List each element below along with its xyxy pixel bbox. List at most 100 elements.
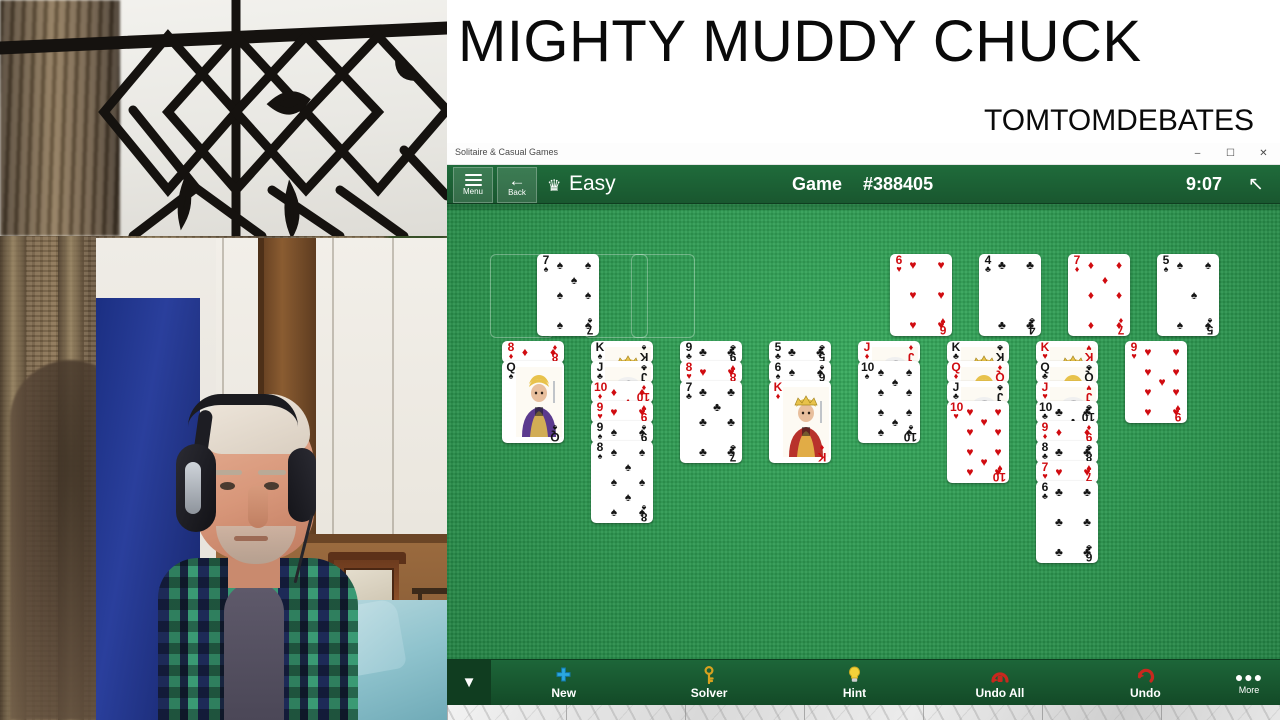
playing-card[interactable]: 10 ♥ ♥ ♥ ♥ ♥ ♥ ♥ ♥ ♥ ♥ ♥ 10 ♥: [947, 401, 1009, 483]
card-corner-bottom: 9 ♣: [729, 343, 737, 363]
playing-card[interactable]: J ♣ J ♣: [591, 361, 653, 383]
hamburger-icon: [464, 174, 482, 186]
game-header-bar: Menu ← Back ♛ Easy Game #388405 9:07 ↗: [447, 165, 1280, 204]
undershirt: [224, 582, 284, 720]
undo-icon: [1135, 665, 1155, 685]
menu-button[interactable]: Menu: [453, 167, 493, 203]
card-corner-bottom: 10 ♦: [636, 383, 650, 403]
playing-card[interactable]: 9♥ ♥♥♥♥♥♥♥♥♥ 9♥: [1125, 341, 1187, 423]
window-controls: – ☐ ✕: [1181, 143, 1280, 164]
card-corner-bottom: J ♥: [1085, 383, 1093, 403]
playing-card[interactable]: K ♣ K ♣: [947, 341, 1009, 363]
channel-name: TOMTOMDEBATES: [983, 104, 1254, 137]
playing-card[interactable]: 5♣ ♣♣♣♣♣ 5♣: [769, 341, 831, 363]
playing-card[interactable]: 9♠ ♠♠♠♠♠♠♠♠♠ 9♠: [591, 421, 653, 443]
card-corner-bottom: J ♣: [996, 383, 1004, 403]
maximize-icon[interactable]: ☐: [1214, 143, 1247, 164]
playing-card[interactable]: 8♥ ♥♥♥♥♥♥♥♥ 8♥: [680, 361, 742, 383]
playing-card[interactable]: K ♦ K ♦: [769, 381, 831, 463]
playing-card[interactable]: 8♣ ♣♣♣♣♣♣♣♣ 8♣: [1036, 441, 1098, 463]
close-icon[interactable]: ✕: [1247, 143, 1280, 164]
stream-title: MIGHTY MUDDY CHUCK: [458, 9, 1142, 74]
card-corner-top: 10 ♣: [1039, 401, 1053, 421]
card-corner-bottom: K ♥: [1084, 343, 1094, 363]
back-arrow-icon: ←: [508, 170, 526, 190]
card-corner-top: 8 ♣: [1041, 441, 1049, 461]
headphone-earcup-left: [176, 444, 216, 532]
playing-card[interactable]: 9♣ ♣♣♣♣♣♣♣♣♣ 9♣: [680, 341, 742, 363]
playing-card[interactable]: 6 ♣ ♣ ♣ ♣ ♣ ♣ ♣ 6 ♣: [1036, 481, 1098, 563]
playing-card[interactable]: 6♠ ♠♠♠♠♠♠ 6♠: [769, 361, 831, 383]
playing-card[interactable]: J ♣ J ♣: [947, 381, 1009, 403]
card-corner-top: 5 ♠: [1162, 254, 1170, 274]
card-corner-top: 9 ♦: [1041, 421, 1049, 441]
undo-all-button-label: Undo All: [975, 686, 1025, 700]
playing-card[interactable]: Q ♦ Q ♦: [947, 361, 1009, 383]
undo-button[interactable]: Undo: [1073, 660, 1218, 705]
crown-icon: ♛: [547, 178, 562, 195]
eyebrow-left: [214, 470, 242, 475]
card-corner-top: 6 ♣: [1041, 481, 1049, 501]
card-corner-bottom: 8 ♣: [1085, 443, 1093, 463]
game-window: Solitaire & Casual Games – ☐ ✕ Menu ← Ba…: [447, 143, 1280, 720]
playing-card[interactable]: 7 ♦ ♦ ♦ ♦ ♦ ♦ ♦ ♦ 7 ♦: [1068, 254, 1130, 336]
key-icon: [701, 665, 718, 685]
difficulty-label[interactable]: Easy: [569, 172, 616, 196]
playing-card[interactable]: 7♥ ♥♥♥♥♥♥♥ 7♥: [1036, 461, 1098, 483]
expand-icon[interactable]: ↗: [1248, 173, 1264, 196]
card-corner-top: 5 ♣: [774, 341, 782, 361]
playing-card[interactable]: K ♠ K ♠: [591, 341, 653, 363]
playing-card[interactable]: J ♥ J ♥: [1036, 381, 1098, 403]
card-corner-bottom: Q ♣: [1084, 363, 1094, 383]
minimize-icon[interactable]: –: [1181, 143, 1214, 164]
card-corner-bottom: 9 ♥: [1174, 403, 1182, 423]
collapse-toolbar-button[interactable]: ▼: [447, 660, 491, 705]
game-board[interactable]: 7 ♠ ♠ ♠ ♠ ♠ ♠ ♠ ♠ 7 ♠ 6 ♥ ♥ ♥ ♥ ♥ ♥ ♥ 6 ♥ 4 ♣ ♣ ♣ ♣ ♣ 4 ♣ 7 ♦…: [447, 204, 1280, 659]
ellipsis-icon: ●●●: [1234, 668, 1264, 685]
free-cell-slot[interactable]: [631, 254, 695, 338]
card-corner-bottom: 8 ♦: [551, 343, 559, 363]
screen-capture: MIGHTY MUDDY CHUCK TOMTOMDEBATES Solitai…: [0, 0, 1280, 720]
playing-card[interactable]: 10♣ ♣♣♣♣♣♣♣♣♣♣ 10♣: [1036, 401, 1098, 423]
playing-card[interactable]: K ♥ K ♥: [1036, 341, 1098, 363]
card-corner-bottom: 4 ♣: [1028, 316, 1036, 336]
card-corner-bottom: 9 ♠: [640, 423, 648, 443]
board-top-shadow: [447, 204, 1280, 210]
playing-card[interactable]: 8♦ ♦♦♦♦♦♦♦♦ 8♦: [502, 341, 564, 363]
back-button[interactable]: ← Back: [497, 167, 537, 203]
undo-all-button[interactable]: Undo All: [927, 660, 1072, 705]
playing-card[interactable]: 7 ♣ ♣ ♣ ♣ ♣ ♣ ♣ ♣ 7 ♣: [680, 381, 742, 463]
playing-card[interactable]: 6 ♥ ♥ ♥ ♥ ♥ ♥ ♥ 6 ♥: [890, 254, 952, 336]
playing-card[interactable]: 10 ♠ ♠ ♠ ♠ ♠ ♠ ♠ ♠ ♠ ♠ ♠ 10 ♠: [858, 361, 920, 443]
playing-card[interactable]: 9♦ ♦♦♦♦♦♦♦♦♦ 9♦: [1036, 421, 1098, 443]
card-corner-top: 7 ♥: [1041, 461, 1049, 481]
card-corner-bottom: K ♠: [639, 343, 649, 363]
card-corner-bottom: 8 ♥: [729, 363, 737, 383]
playing-card[interactable]: Q ♠ Q ♠: [502, 361, 564, 443]
card-corner-top: 8 ♥: [685, 361, 693, 381]
playing-card[interactable]: J ♦ J ♦: [858, 341, 920, 363]
window-title-bar[interactable]: Solitaire & Casual Games – ☐ ✕: [447, 143, 1280, 165]
card-corner-top: 6 ♥: [895, 254, 903, 274]
back-button-label: Back: [508, 187, 526, 197]
playing-card[interactable]: 8 ♠ ♠ ♠ ♠ ♠ ♠ ♠ ♠ ♠ 8 ♠: [591, 441, 653, 523]
playing-card[interactable]: 4 ♣ ♣ ♣ ♣ ♣ 4 ♣: [979, 254, 1041, 336]
playing-card[interactable]: 5 ♠ ♠ ♠ ♠ ♠ ♠ 5 ♠: [1157, 254, 1219, 336]
solver-button[interactable]: Solver: [636, 660, 781, 705]
streamer-person: [158, 386, 362, 720]
card-corner-top: 6 ♠: [774, 361, 782, 381]
more-button[interactable]: ●●● More: [1218, 660, 1280, 705]
new-button[interactable]: New: [491, 660, 636, 705]
card-corner-bottom: Q ♦: [995, 363, 1005, 383]
card-corner-bottom: J ♦: [907, 343, 915, 363]
headphone-earcup-right: [288, 448, 316, 522]
playing-card[interactable]: 10♦ ♦♦♦♦♦♦♦♦♦♦ 10♦: [591, 381, 653, 403]
more-button-label: More: [1238, 684, 1260, 695]
playing-card[interactable]: 9♥ ♥♥♥♥♥♥♥♥♥ 9♥: [591, 401, 653, 423]
card-corner-bottom: 9 ♦: [1085, 423, 1093, 443]
playing-card[interactable]: Q ♣ Q ♣: [1036, 361, 1098, 383]
hint-button[interactable]: Hint: [782, 660, 927, 705]
undo-all-icon: [990, 665, 1010, 685]
card-corner-bottom: 7 ♦: [1117, 316, 1125, 336]
game-label: Game: [792, 174, 843, 194]
